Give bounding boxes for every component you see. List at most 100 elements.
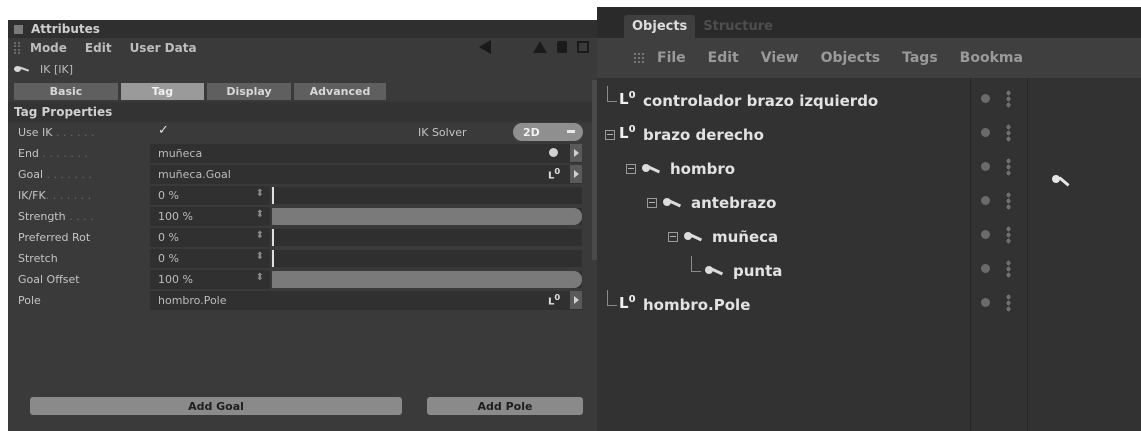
menu-edit[interactable]: Edit: [708, 50, 739, 66]
ik-tag-icon[interactable]: [1052, 175, 1074, 187]
spinner-icon[interactable]: ⬍: [256, 230, 264, 241]
goal-offset-field[interactable]: 100 % ⬍: [150, 270, 270, 289]
layer-dot-icon[interactable]: [981, 196, 990, 205]
goal-offset-slider[interactable]: [272, 271, 582, 288]
panel-grip-icon[interactable]: [14, 24, 23, 34]
menu-handle-icon[interactable]: [14, 42, 20, 54]
attributes-menubar: Mode Edit User Data: [8, 38, 597, 58]
tab-basic[interactable]: Basic: [14, 82, 118, 100]
new-window-icon[interactable]: [577, 41, 589, 53]
tree-item[interactable]: antebrazo: [597, 186, 1141, 220]
layer-dot-icon[interactable]: [981, 298, 990, 307]
expand-collapse-icon[interactable]: [605, 130, 615, 140]
attributes-title-bar: Attributes: [8, 20, 597, 38]
up-arrow-icon[interactable]: [533, 41, 547, 53]
tree-item-name[interactable]: controlador brazo izquierdo: [643, 92, 878, 110]
stretch-slider[interactable]: [272, 250, 582, 267]
goal-offset-row: Goal Offset 100 % ⬍: [8, 269, 597, 290]
strength-field[interactable]: 100 % ⬍: [150, 207, 270, 226]
stretch-field[interactable]: 0 % ⬍: [150, 249, 270, 268]
menu-mode[interactable]: Mode: [30, 41, 67, 55]
use-ik-row: Use IK . . . . . . ✓ IK Solver 2D: [8, 122, 597, 143]
tree-item[interactable]: L0 brazo derecho: [597, 118, 1141, 152]
tab-tag[interactable]: Tag: [121, 82, 204, 100]
visibility-toggle-icon[interactable]: [1006, 124, 1011, 142]
visibility-toggle-icon[interactable]: [1006, 158, 1011, 176]
preferred-rot-slider[interactable]: [272, 229, 582, 246]
ik-fk-row: IK/FK. . . . . . . 0 % ⬍: [8, 185, 597, 206]
menu-tags[interactable]: Tags: [902, 50, 938, 66]
use-ik-checkbox[interactable]: ✓: [158, 123, 169, 138]
link-arrow-icon[interactable]: [570, 165, 582, 183]
tree-item[interactable]: L0 controlador brazo izquierdo: [597, 84, 1141, 118]
menu-edit[interactable]: Edit: [85, 41, 112, 55]
tab-display[interactable]: Display: [207, 82, 291, 100]
menu-view[interactable]: View: [761, 50, 799, 66]
goal-link-field[interactable]: muñeca.Goal: [150, 165, 582, 184]
visibility-toggle-icon[interactable]: [1006, 90, 1011, 108]
back-arrow-icon[interactable]: [479, 40, 491, 54]
tree-item-name[interactable]: muñeca: [712, 228, 778, 246]
lock-icon[interactable]: [557, 41, 567, 53]
slider-fill: [272, 208, 582, 225]
layer-dot-icon[interactable]: [981, 230, 990, 239]
menu-objects[interactable]: Objects: [821, 50, 881, 66]
spinner-icon[interactable]: ⬍: [256, 209, 264, 220]
objects-menubar: File Edit View Objects Tags Bookma: [597, 38, 1141, 78]
tab-objects[interactable]: Objects: [624, 15, 696, 38]
attributes-title: Attributes: [31, 22, 100, 36]
objects-manager: Objects Structure File Edit View Objects…: [597, 7, 1141, 431]
pick-object-icon[interactable]: [549, 148, 558, 157]
tree-item-name[interactable]: brazo derecho: [643, 126, 764, 144]
link-arrow-icon[interactable]: [570, 291, 582, 309]
tree-item-name[interactable]: antebrazo: [691, 194, 776, 212]
spinner-icon[interactable]: ⬍: [256, 251, 264, 262]
menu-file[interactable]: File: [657, 50, 686, 66]
slider-handle[interactable]: [272, 229, 274, 246]
tab-structure[interactable]: Structure: [695, 15, 781, 38]
slider-handle[interactable]: [272, 187, 274, 204]
tree-item-name[interactable]: punta: [733, 262, 782, 280]
strength-slider[interactable]: [272, 208, 582, 225]
add-goal-button[interactable]: Add Goal: [30, 397, 402, 415]
dropdown-icon: [567, 130, 575, 133]
ik-fk-field[interactable]: 0 % ⬍: [150, 186, 270, 205]
visibility-toggle-icon[interactable]: [1006, 192, 1011, 210]
menu-bookmarks[interactable]: Bookma: [960, 50, 1023, 66]
spinner-icon[interactable]: ⬍: [256, 188, 264, 199]
preferred-rot-field[interactable]: 0 % ⬍: [150, 228, 270, 247]
pole-link-field[interactable]: hombro.Pole: [150, 291, 582, 310]
pole-label: Pole: [18, 294, 41, 307]
add-pole-button[interactable]: Add Pole: [427, 397, 583, 415]
tree-item[interactable]: L0 hombro.Pole: [597, 288, 1141, 322]
end-link-field[interactable]: muñeca: [150, 144, 582, 163]
spinner-icon[interactable]: ⬍: [256, 272, 264, 283]
layer-dot-icon[interactable]: [981, 264, 990, 273]
slider-handle[interactable]: [272, 250, 274, 267]
tab-advanced[interactable]: Advanced: [294, 82, 386, 100]
object-label-row: IK [IK]: [8, 58, 597, 80]
tag-properties-header: Tag Properties: [8, 102, 597, 122]
tree-connector: [607, 101, 617, 102]
expand-collapse-icon[interactable]: [626, 164, 636, 174]
menu-grid-icon[interactable]: [633, 52, 645, 64]
menu-user-data[interactable]: User Data: [130, 41, 197, 55]
ik-fk-slider[interactable]: [272, 187, 582, 204]
strength-label: Strength . . . .: [18, 210, 94, 223]
link-arrow-icon[interactable]: [570, 144, 582, 162]
visibility-toggle-icon[interactable]: [1006, 294, 1011, 312]
layer-dot-icon[interactable]: [981, 162, 990, 171]
tree-item-name[interactable]: hombro.Pole: [643, 296, 750, 314]
layer-dot-icon[interactable]: [981, 128, 990, 137]
visibility-toggle-icon[interactable]: [1006, 226, 1011, 244]
tree-item[interactable]: punta: [597, 254, 1141, 288]
ik-solver-dropdown[interactable]: 2D: [513, 123, 583, 141]
layer-dot-icon[interactable]: [981, 94, 990, 103]
goal-offset-label: Goal Offset: [18, 273, 80, 286]
strength-row: Strength . . . . 100 % ⬍: [8, 206, 597, 227]
tree-item[interactable]: muñeca: [597, 220, 1141, 254]
visibility-toggle-icon[interactable]: [1006, 260, 1011, 278]
expand-collapse-icon[interactable]: [647, 198, 657, 208]
tree-item-name[interactable]: hombro: [670, 160, 735, 178]
expand-collapse-icon[interactable]: [668, 232, 678, 242]
